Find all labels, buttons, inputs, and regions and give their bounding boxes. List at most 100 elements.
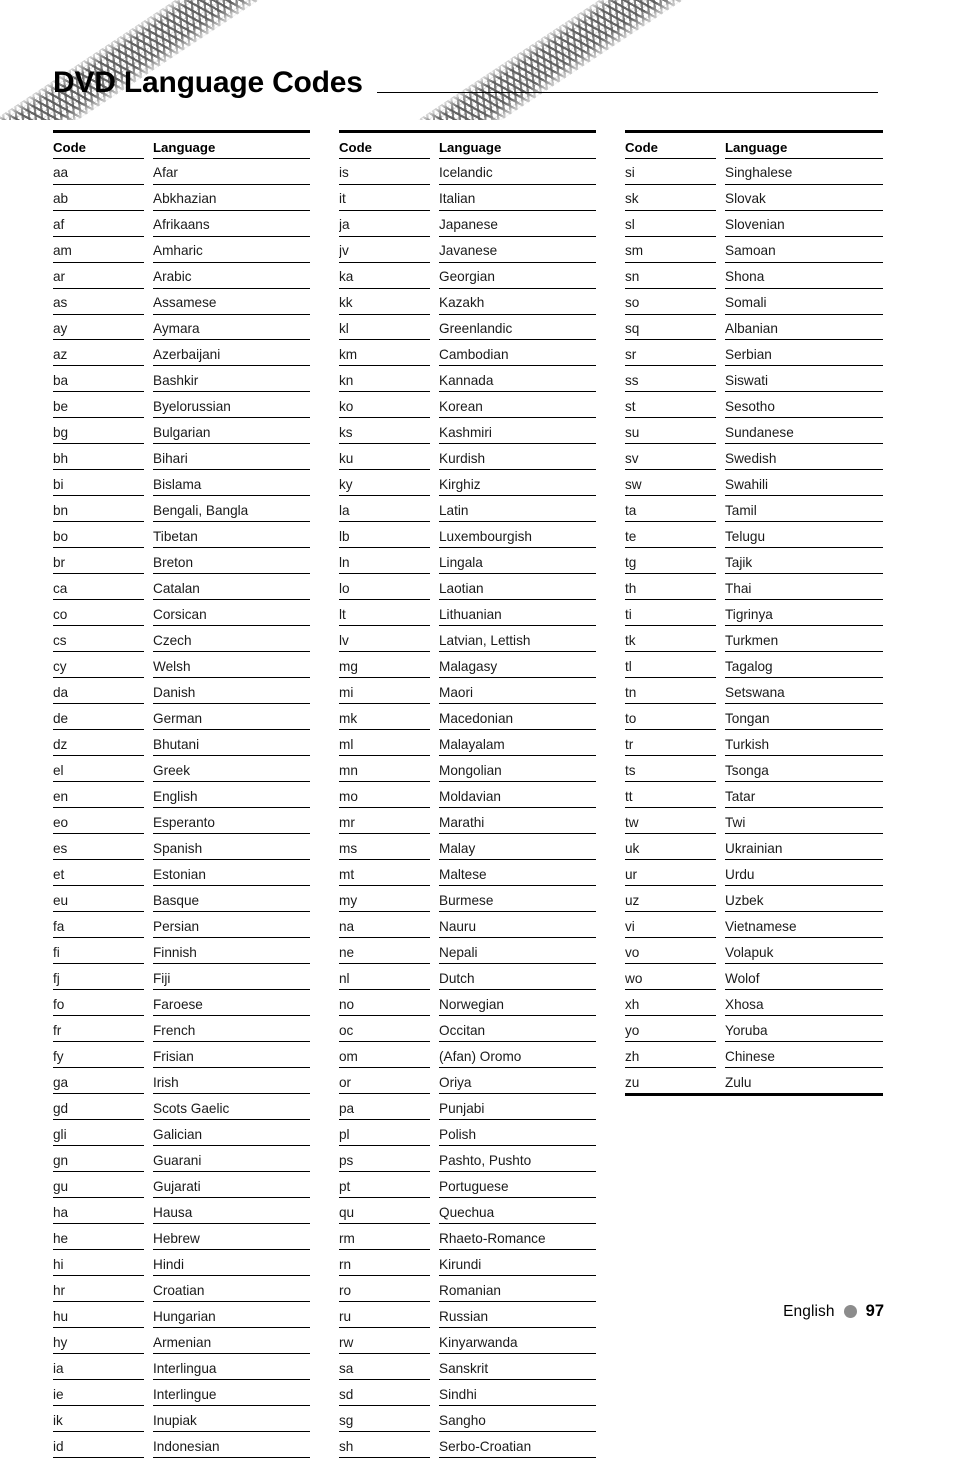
- cell-code: id: [53, 1431, 144, 1458]
- cell-code: mr: [339, 807, 430, 835]
- cell-gap: [430, 210, 439, 236]
- cell-gap: [430, 574, 439, 600]
- cell-language: Xhosa: [725, 989, 883, 1017]
- cell-code: tl: [625, 651, 716, 679]
- cell-code: fo: [53, 989, 144, 1017]
- cell-gap: [716, 236, 725, 262]
- table-row: pl Polish: [339, 1119, 596, 1146]
- cell-code: su: [625, 417, 716, 445]
- cell-language: Occitan: [439, 1015, 596, 1043]
- cell-code: fi: [53, 937, 144, 965]
- cell-language: Hausa: [153, 1197, 310, 1224]
- cell-gap: [430, 288, 439, 314]
- cell-language: Frisian: [153, 1041, 310, 1069]
- cell-code: gn: [53, 1145, 144, 1172]
- cell-code: ik: [53, 1405, 144, 1432]
- table-row: mn Mongolian: [339, 755, 596, 783]
- table-row: el Greek: [53, 755, 310, 783]
- cell-code: pt: [339, 1171, 430, 1198]
- cell-gap: [430, 1094, 439, 1120]
- cell-code: sr: [625, 339, 716, 367]
- cell-language: Abkhazian: [153, 184, 310, 211]
- cell-language: Japanese: [439, 210, 596, 237]
- cell-language: Ukrainian: [725, 833, 883, 861]
- table-row: bi Bislama: [53, 469, 310, 497]
- cell-gap: [430, 184, 439, 210]
- cell-language: Danish: [153, 677, 310, 705]
- cell-code: xh: [625, 989, 716, 1017]
- cell-gap: [430, 704, 439, 730]
- cell-gap: [716, 626, 725, 652]
- cell-code: ml: [339, 729, 430, 757]
- cell-gap: [430, 782, 439, 808]
- table-row: ia Interlingua: [53, 1353, 310, 1380]
- table-row: tw Twi: [625, 807, 883, 835]
- cell-language: Swahili: [725, 469, 883, 497]
- cell-gap: [144, 418, 153, 444]
- table-row: ku Kurdish: [339, 443, 596, 471]
- cell-code: rn: [339, 1249, 430, 1276]
- cell-language: Serbo-Croatian: [439, 1431, 596, 1458]
- table-bottom-rule: [625, 1093, 883, 1096]
- cell-language: Slovak: [725, 184, 883, 211]
- cell-language: Somali: [725, 288, 883, 315]
- cell-gap: [144, 730, 153, 756]
- cell-gap: [716, 444, 725, 470]
- table-row: ur Urdu: [625, 859, 883, 887]
- cell-gap: [716, 600, 725, 626]
- cell-gap: [430, 938, 439, 964]
- cell-language: Interlingua: [153, 1353, 310, 1380]
- cell-gap: [430, 964, 439, 990]
- table-row: mg Malagasy: [339, 651, 596, 679]
- table-row: vi Vietnamese: [625, 911, 883, 939]
- cell-code: fy: [53, 1041, 144, 1069]
- cell-gap: [144, 964, 153, 990]
- table-row: fj Fiji: [53, 963, 310, 991]
- cell-code: ku: [339, 443, 430, 471]
- cell-code: lv: [339, 625, 430, 653]
- cell-code: ie: [53, 1379, 144, 1406]
- cell-gap: [716, 392, 725, 418]
- cell-code: vo: [625, 937, 716, 965]
- table-row: sq Albanian: [625, 314, 883, 341]
- cell-code: sg: [339, 1405, 430, 1432]
- table-row: or Oriya: [339, 1067, 596, 1095]
- language-table: Code Language si Singhalese sk Slovak sl Slov…: [625, 130, 883, 1096]
- cell-code: tn: [625, 677, 716, 705]
- cell-language: Volapuk: [725, 937, 883, 965]
- cell-language: Kirghiz: [439, 469, 596, 497]
- cell-code: es: [53, 833, 144, 861]
- table-row: xh Xhosa: [625, 989, 883, 1017]
- cell-gap: [430, 1223, 439, 1249]
- cell-gap: [144, 1068, 153, 1094]
- cell-code: ba: [53, 365, 144, 393]
- cell-gap: [716, 730, 725, 756]
- cell-language: Wolof: [725, 963, 883, 991]
- cell-language: Kazakh: [439, 288, 596, 315]
- cell-language: (Afan) Oromo: [439, 1041, 596, 1069]
- cell-gap: [430, 496, 439, 522]
- table-row: sn Shona: [625, 262, 883, 289]
- cell-code: km: [339, 339, 430, 367]
- cell-gap: [430, 834, 439, 860]
- cell-language: Kirundi: [439, 1249, 596, 1276]
- cell-code: gli: [53, 1119, 144, 1146]
- cell-code: cs: [53, 625, 144, 653]
- table-row: sw Swahili: [625, 469, 883, 497]
- header-gap: [144, 133, 153, 159]
- cell-code: ab: [53, 184, 144, 211]
- cell-gap: [144, 1197, 153, 1223]
- cell-code: ru: [339, 1301, 430, 1328]
- table-row: pa Punjabi: [339, 1093, 596, 1121]
- cell-gap: [144, 860, 153, 886]
- cell-code: my: [339, 885, 430, 913]
- table-row: hu Hungarian: [53, 1301, 310, 1328]
- table-row: km Cambodian: [339, 339, 596, 367]
- cell-language: Rhaeto-Romance: [439, 1223, 596, 1250]
- table-row: ts Tsonga: [625, 755, 883, 783]
- table-row: ab Abkhazian: [53, 184, 310, 211]
- cell-language: Quechua: [439, 1197, 596, 1224]
- cell-code: or: [339, 1067, 430, 1095]
- table-row: bo Tibetan: [53, 521, 310, 549]
- cell-code: kn: [339, 365, 430, 393]
